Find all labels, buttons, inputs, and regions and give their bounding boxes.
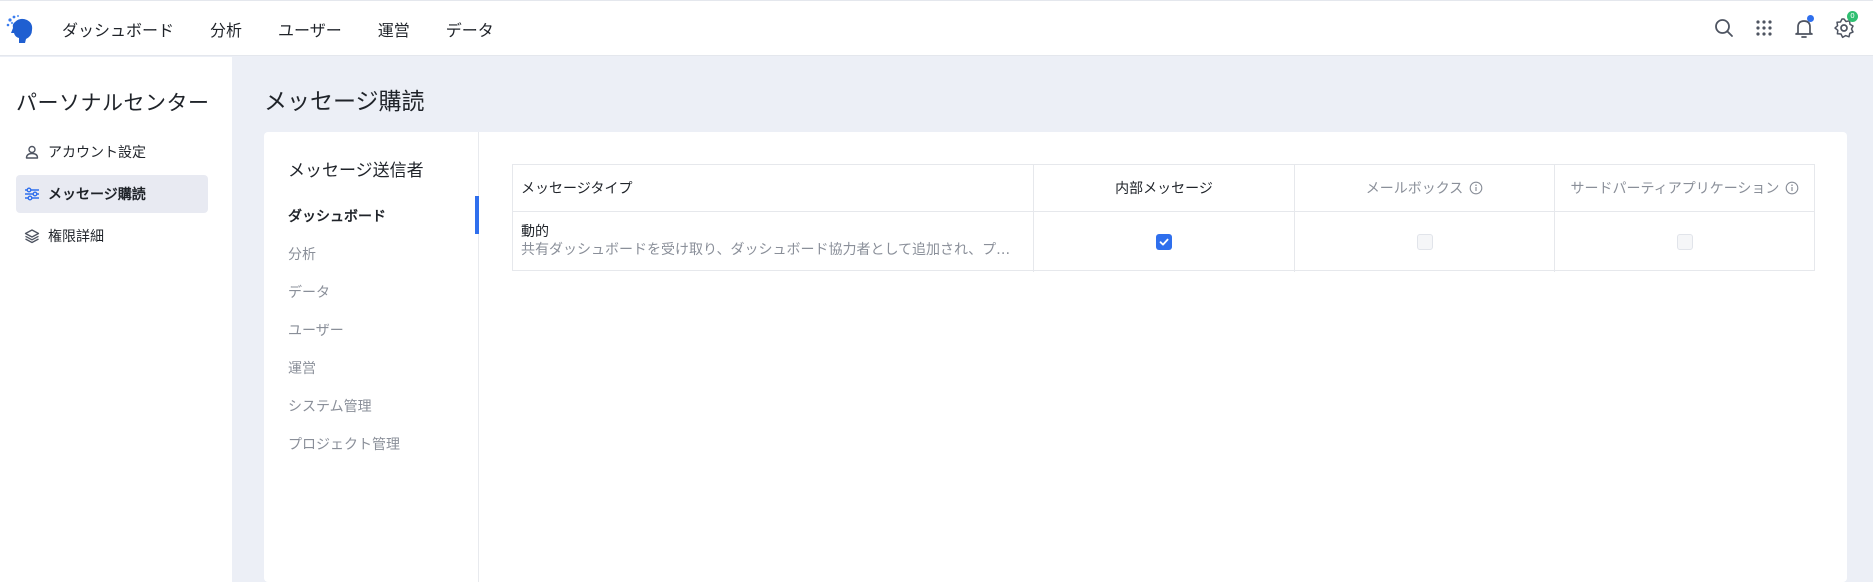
mailbox-checkbox[interactable] — [1416, 234, 1433, 250]
sender-item-users[interactable]: ユーザー — [288, 320, 344, 340]
sidebar-item-message-subscription[interactable]: メッセージ購読 — [16, 175, 208, 213]
sidebar-item-permission-details[interactable]: 権限詳細 — [16, 217, 208, 255]
settings-badge: 0 — [1847, 11, 1858, 22]
sidebar-item-label: アカウント設定 — [48, 145, 146, 161]
message-type-title: 動的 — [521, 224, 549, 240]
sender-item-project-management[interactable]: プロジェクト管理 — [288, 434, 400, 454]
nav-item-dashboard[interactable]: ダッシュボード — [62, 17, 174, 41]
sender-list: メッセージ送信者 ダッシュボード 分析 データ ユーザー 運営 システム管理 プ… — [264, 132, 479, 582]
info-icon[interactable] — [1469, 181, 1483, 195]
nav-item-analysis[interactable]: 分析 — [210, 17, 242, 41]
top-navigation-bar: ダッシュボード 分析 ユーザー 運営 データ 0 — [0, 0, 1873, 56]
message-type-description: 共有ダッシュボードを受け取り、ダッシュボード協力者として追加され、プロ... — [521, 242, 1021, 258]
sender-list-title: メッセージ送信者 — [288, 161, 424, 181]
subscription-card: メッセージ送信者 ダッシュボード 分析 データ ユーザー 運営 システム管理 プ… — [264, 132, 1847, 582]
sliders-icon — [24, 186, 40, 202]
third-party-checkbox[interactable] — [1677, 234, 1693, 250]
header-third-party: サードパーティアプリケーション — [1555, 165, 1815, 212]
sidebar-item-label: 権限詳細 — [48, 229, 104, 245]
page-title: メッセージ購読 — [264, 89, 425, 115]
sidebar-item-label: メッセージ購読 — [48, 187, 146, 203]
user-icon — [24, 144, 40, 160]
app-logo-icon[interactable] — [6, 14, 36, 44]
bell-icon[interactable] — [1793, 15, 1815, 39]
search-icon[interactable] — [1713, 17, 1735, 39]
header-internal-message: 内部メッセージ — [1034, 165, 1294, 212]
info-icon[interactable] — [1785, 181, 1799, 195]
sender-item-operations[interactable]: 運営 — [288, 358, 316, 378]
personal-center-sidebar: パーソナルセンター アカウント設定 メッセージ購読 権限詳細 — [0, 57, 232, 582]
top-right-icons: 0 — [1693, 1, 1873, 57]
nav-item-operations[interactable]: 運営 — [378, 17, 410, 41]
subscription-table: メッセージタイプ 内部メッセージ メールボックス サードパーティアプリケーション… — [512, 164, 1815, 272]
main-nav: ダッシュボード 分析 ユーザー 運営 データ — [62, 1, 530, 57]
cell-internal-message — [1034, 213, 1294, 271]
sender-item-dashboard[interactable]: ダッシュボード — [288, 206, 386, 226]
settings-icon[interactable]: 0 — [1833, 11, 1858, 39]
header-mailbox-label: メールボックス — [1365, 181, 1464, 197]
sender-item-system-management[interactable]: システム管理 — [288, 396, 372, 416]
apps-grid-icon[interactable] — [1753, 17, 1775, 39]
nav-item-users[interactable]: ユーザー — [278, 17, 342, 41]
sidebar-item-account-settings[interactable]: アカウント設定 — [16, 133, 208, 171]
header-message-type: メッセージタイプ — [513, 165, 1033, 212]
sender-item-data[interactable]: データ — [288, 282, 330, 302]
header-third-party-label: サードパーティアプリケーション — [1570, 181, 1780, 197]
active-sender-indicator — [475, 196, 479, 234]
cell-mailbox — [1295, 213, 1554, 271]
cell-third-party — [1555, 213, 1815, 271]
internal-message-checkbox[interactable] — [1156, 234, 1172, 250]
sidebar-title: パーソナルセンター — [16, 91, 210, 115]
notification-dot — [1807, 15, 1814, 22]
sender-item-analysis[interactable]: 分析 — [288, 244, 316, 264]
header-mailbox: メールボックス — [1295, 165, 1554, 212]
layers-icon — [24, 228, 40, 244]
nav-item-data[interactable]: データ — [446, 17, 494, 41]
